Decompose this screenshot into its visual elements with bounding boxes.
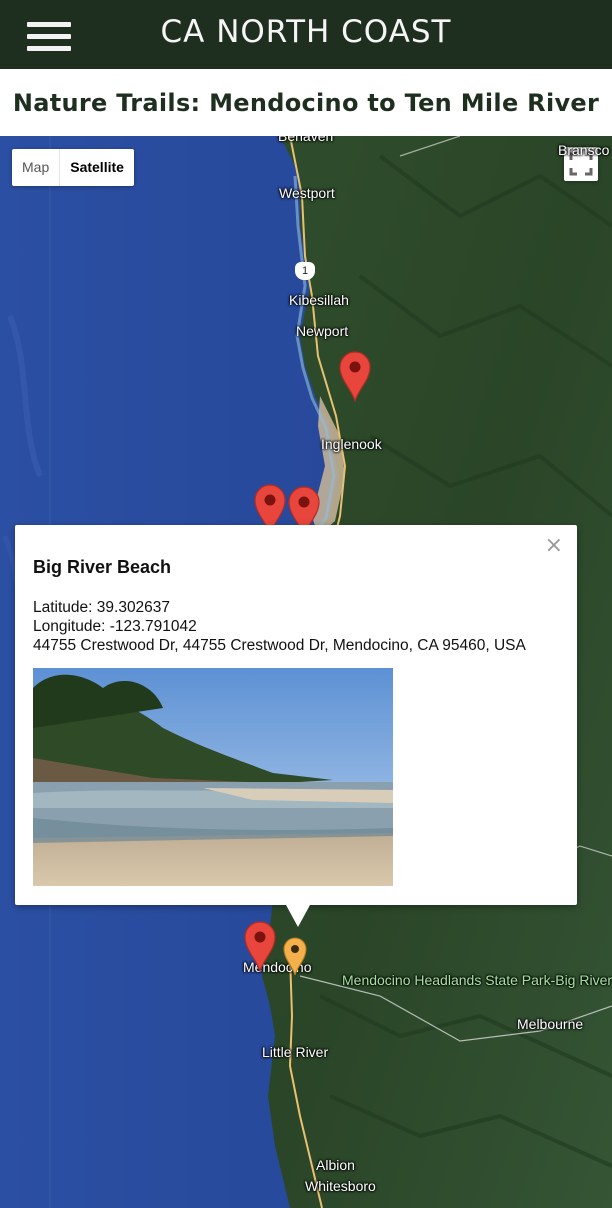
site-header: CA NORTH COAST: [0, 0, 612, 69]
place-label-inglenook: Inglenook: [321, 436, 382, 452]
place-label-branscomb: Bransco: [558, 142, 610, 158]
hamburger-menu-icon[interactable]: [27, 22, 71, 52]
place-label-melbourne: Melbourne: [517, 1016, 584, 1032]
place-label-whitesboro: Whitesboro: [305, 1178, 376, 1194]
info-window-title: Big River Beach: [33, 557, 172, 577]
place-label-albion: Albion: [316, 1157, 355, 1173]
page-title-bar: Nature Trails: Mendocino to Ten Mile Riv…: [0, 69, 612, 136]
place-label-little-river: Little River: [262, 1044, 329, 1060]
place-label-kibesillah: Kibesillah: [289, 292, 349, 308]
close-icon[interactable]: ×: [545, 533, 563, 558]
route-shield: 1: [295, 262, 315, 280]
place-label-westport: Westport: [279, 185, 335, 201]
info-window-pointer: [286, 905, 310, 927]
place-label-bennett: Benaven: [278, 136, 334, 144]
place-label-park: Mendocino Headlands State Park-Big River…: [342, 972, 612, 988]
info-window: × Big River Beach Latitude: 39.302637 Lo…: [15, 525, 577, 927]
map-marker-icon[interactable]: [338, 350, 372, 402]
page-title: Nature Trails: Mendocino to Ten Mile Riv…: [12, 88, 600, 117]
address-text: 44755 Crestwood Dr, 44755 Crestwood Dr, …: [33, 637, 526, 654]
map-type-control: Map Satellite: [12, 149, 134, 186]
map-marker-icon[interactable]: [243, 920, 277, 972]
info-window-details: Latitude: 39.302637 Longitude: -123.7910…: [33, 598, 526, 655]
latitude-text: Latitude: 39.302637: [33, 599, 171, 616]
map-type-satellite-button[interactable]: Satellite: [59, 149, 134, 186]
site-title[interactable]: CA NORTH COAST: [160, 14, 451, 50]
beach-photo: [33, 668, 393, 886]
place-label-newport: Newport: [296, 323, 349, 339]
page: CA NORTH COAST Nature Trails: Mendocino …: [0, 0, 612, 1208]
map-type-map-button[interactable]: Map: [12, 149, 59, 186]
selected-map-marker-icon[interactable]: [282, 936, 308, 976]
longitude-text: Longitude: -123.791042: [33, 618, 197, 635]
